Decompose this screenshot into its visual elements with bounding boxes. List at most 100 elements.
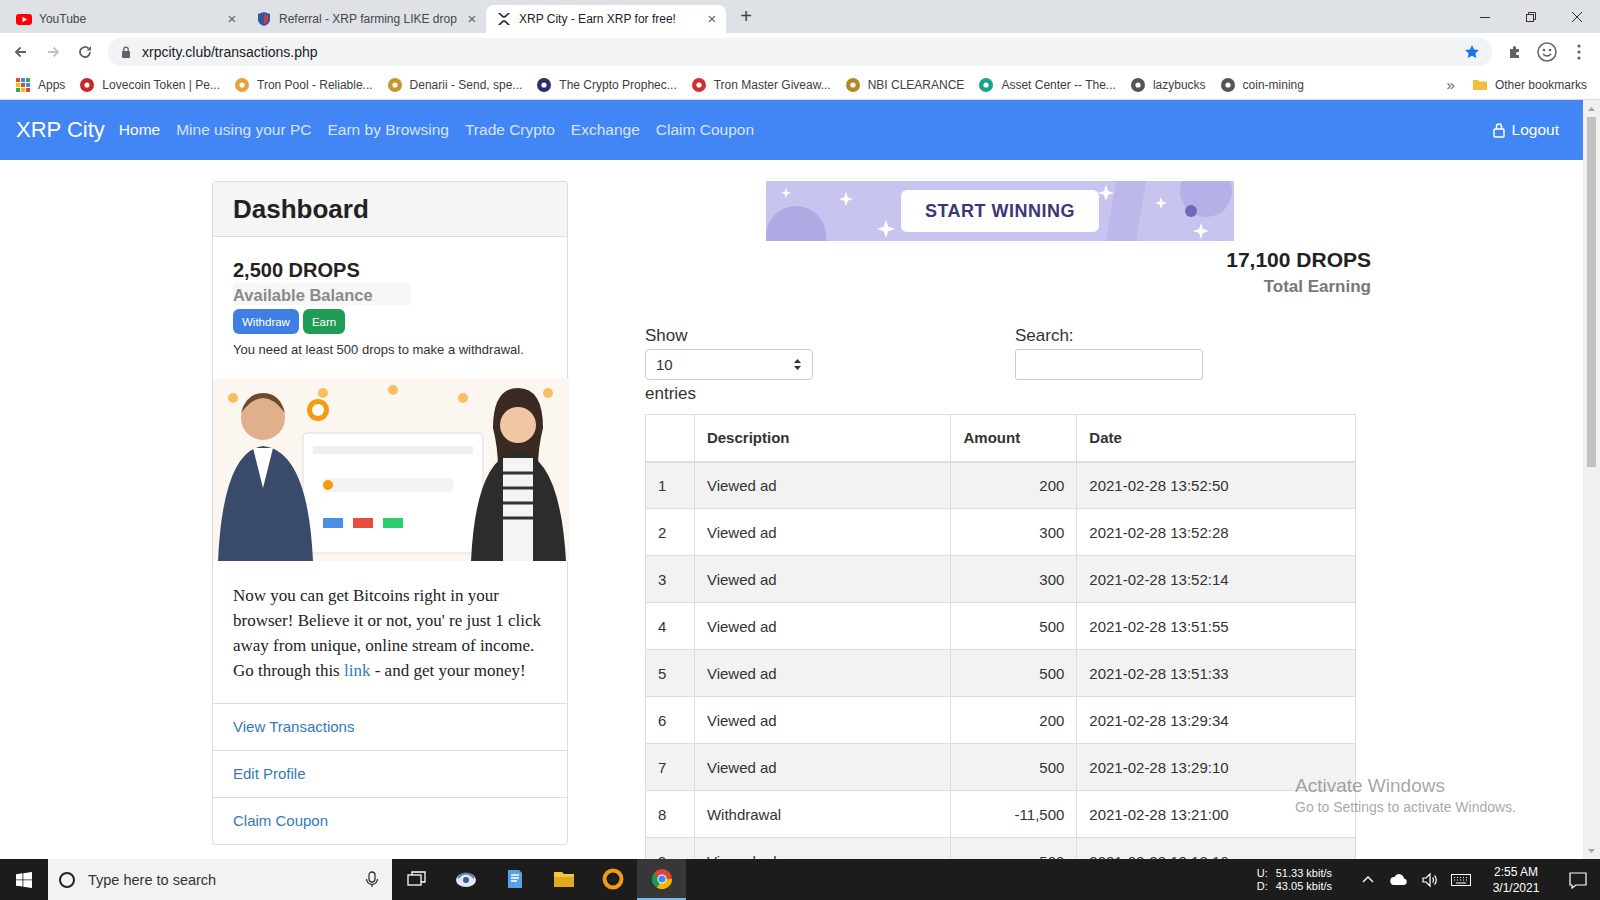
bookmark[interactable]: Tron Master Giveaw... (684, 72, 838, 98)
search-input[interactable] (1015, 349, 1203, 380)
ad-banner[interactable]: START WINNING (766, 181, 1234, 241)
site-navbar: XRP City HomeMine using your PCEarn by Br… (0, 100, 1583, 160)
show-label: Show (645, 325, 813, 347)
reload-icon[interactable] (70, 37, 100, 67)
bookmark[interactable]: coin-mining (1213, 72, 1311, 98)
browser-tab[interactable]: Referral - XRP farming LIKE drop× (246, 5, 486, 33)
total-earning: 17,100 DROPSTotal Earning (645, 247, 1371, 299)
table-row[interactable]: 3Viewed ad3002021-02-28 13:52:14 (646, 556, 1356, 603)
windows-start-icon[interactable] (0, 859, 48, 900)
tab-close-button[interactable]: × (704, 11, 720, 27)
bookmark-label: lazybucks (1153, 78, 1206, 92)
close-icon[interactable] (1554, 0, 1600, 33)
bookmark[interactable]: lazybucks (1123, 72, 1213, 98)
taskbar-app[interactable] (637, 859, 686, 900)
back-button[interactable] (6, 37, 36, 67)
browser-tab[interactable]: YouTube× (6, 5, 246, 33)
task-view-icon[interactable] (392, 859, 441, 900)
nav-link[interactable]: Home (111, 121, 168, 139)
taskbar-app[interactable] (588, 859, 637, 900)
cloud-icon[interactable] (1383, 859, 1414, 900)
entries-label: entries (645, 383, 1371, 405)
favicon-icon (1130, 77, 1146, 93)
scroll-thumb[interactable] (1587, 117, 1596, 467)
table-row[interactable]: 5Viewed ad5002021-02-28 13:51:33 (646, 650, 1356, 697)
nav-link[interactable]: Mine using your PC (168, 121, 319, 139)
table-row[interactable]: 7Viewed ad5002021-02-28 13:29:10 (646, 744, 1356, 791)
bookmark[interactable]: Lovecoin Token | Pe... (72, 72, 227, 98)
taskbar-app[interactable] (490, 859, 539, 900)
lock-icon (1492, 122, 1506, 138)
bookmark-label: Other bookmarks (1495, 78, 1587, 92)
keyboard-icon[interactable] (1445, 859, 1476, 900)
lock-icon (120, 45, 132, 59)
row-index: 6 (646, 697, 695, 744)
promo-link[interactable]: link (344, 661, 370, 680)
notifications-icon[interactable] (1556, 859, 1600, 900)
back-icon[interactable] (6, 37, 36, 67)
clock[interactable]: 2:55 AM3/1/2021 (1476, 864, 1556, 896)
scroll-up-icon[interactable] (1583, 100, 1600, 117)
tab-close-button[interactable]: × (224, 11, 240, 27)
dashboard-link[interactable]: View Transactions (213, 703, 567, 750)
puzzle-icon[interactable] (1500, 37, 1530, 67)
net-value: 43.05 kbit/s (1276, 880, 1332, 893)
dashboard-link[interactable]: Edit Profile (213, 750, 567, 797)
menu-icon[interactable] (1564, 37, 1594, 67)
dashboard-card: Dashboard2,500 DROPSAvailable BalanceWit… (212, 181, 568, 845)
browser-tab[interactable]: XRP City - Earn XRP for free!× (486, 5, 726, 33)
star-icon[interactable] (1464, 44, 1480, 60)
table-row[interactable]: 1Viewed ad2002021-02-28 13:52:50 (646, 462, 1356, 509)
chevron-up-icon[interactable] (1352, 859, 1383, 900)
other-bookmarks[interactable]: Other bookmarks (1465, 72, 1594, 98)
column-header[interactable]: Date (1077, 415, 1356, 462)
new-tab-button[interactable]: + (732, 3, 760, 31)
bookmarks-bar: Apps Lovecoin Token | Pe... Tron Pool - Re… (0, 70, 1600, 100)
tab-close-button[interactable]: × (464, 11, 480, 27)
cryptotab-ad-image[interactable] (213, 378, 567, 561)
favicon-icon (536, 77, 552, 93)
scrollbar[interactable] (1583, 100, 1600, 859)
taskbar-app[interactable] (441, 859, 490, 900)
row-description: Withdrawal (694, 791, 951, 838)
table-row[interactable]: 6Viewed ad2002021-02-28 13:29:34 (646, 697, 1356, 744)
address-text[interactable]: xrpcity.club/transactions.php (142, 44, 1454, 60)
bookmark[interactable]: Asset Center -- The... (971, 72, 1123, 98)
address-bar[interactable]: xrpcity.club/transactions.php (108, 38, 1492, 66)
restore-icon[interactable] (1508, 0, 1554, 33)
column-header[interactable]: Amount (951, 415, 1077, 462)
profile-icon[interactable] (1532, 37, 1562, 67)
taskbar-search[interactable]: Type here to search (48, 859, 392, 900)
start-winning-button[interactable]: START WINNING (901, 190, 1099, 232)
column-header[interactable]: Description (694, 415, 951, 462)
page-size-value: 10 (656, 356, 673, 373)
table-row[interactable]: 4Viewed ad5002021-02-28 13:51:55 (646, 603, 1356, 650)
row-amount: -11,500 (951, 791, 1077, 838)
bookmark-label: Lovecoin Token | Pe... (102, 78, 220, 92)
dashboard-link[interactable]: Claim Coupon (213, 797, 567, 844)
reload-button[interactable] (70, 37, 100, 67)
taskbar-app[interactable] (539, 859, 588, 900)
bookmark[interactable]: Denarii - Send, spe... (380, 72, 530, 98)
minimize-icon[interactable] (1462, 0, 1508, 33)
apps-shortcut[interactable]: Apps (8, 72, 72, 98)
window-controls (1462, 0, 1600, 33)
earn-button[interactable]: Earn (303, 309, 345, 334)
scroll-down-icon[interactable] (1583, 842, 1600, 859)
table-row[interactable]: 9Viewed ad5002021-02-28 13:18:16 (646, 838, 1356, 860)
nav-link[interactable]: Earn by Browsing (319, 121, 456, 139)
table-row[interactable]: 2Viewed ad3002021-02-28 13:52:28 (646, 509, 1356, 556)
bookmark[interactable]: The Crypto Prophec... (529, 72, 683, 98)
withdraw-button[interactable]: Withdraw (233, 309, 299, 334)
nav-link[interactable]: Claim Coupon (648, 121, 762, 139)
page-size-select[interactable]: 10 (645, 349, 813, 380)
bookmark[interactable]: Tron Pool - Reliable... (227, 72, 380, 98)
speaker-icon[interactable] (1414, 859, 1445, 900)
table-row[interactable]: 8Withdrawal-11,5002021-02-28 13:21:00 (646, 791, 1356, 838)
nav-link[interactable]: Trade Crypto (457, 121, 563, 139)
nav-link[interactable]: Exchange (563, 121, 648, 139)
more-bookmarks-button[interactable]: » (1437, 76, 1465, 93)
site-logo[interactable]: XRP City (16, 117, 105, 143)
logout-link[interactable]: Logout (1492, 121, 1559, 139)
bookmark[interactable]: NBI CLEARANCE (838, 72, 972, 98)
